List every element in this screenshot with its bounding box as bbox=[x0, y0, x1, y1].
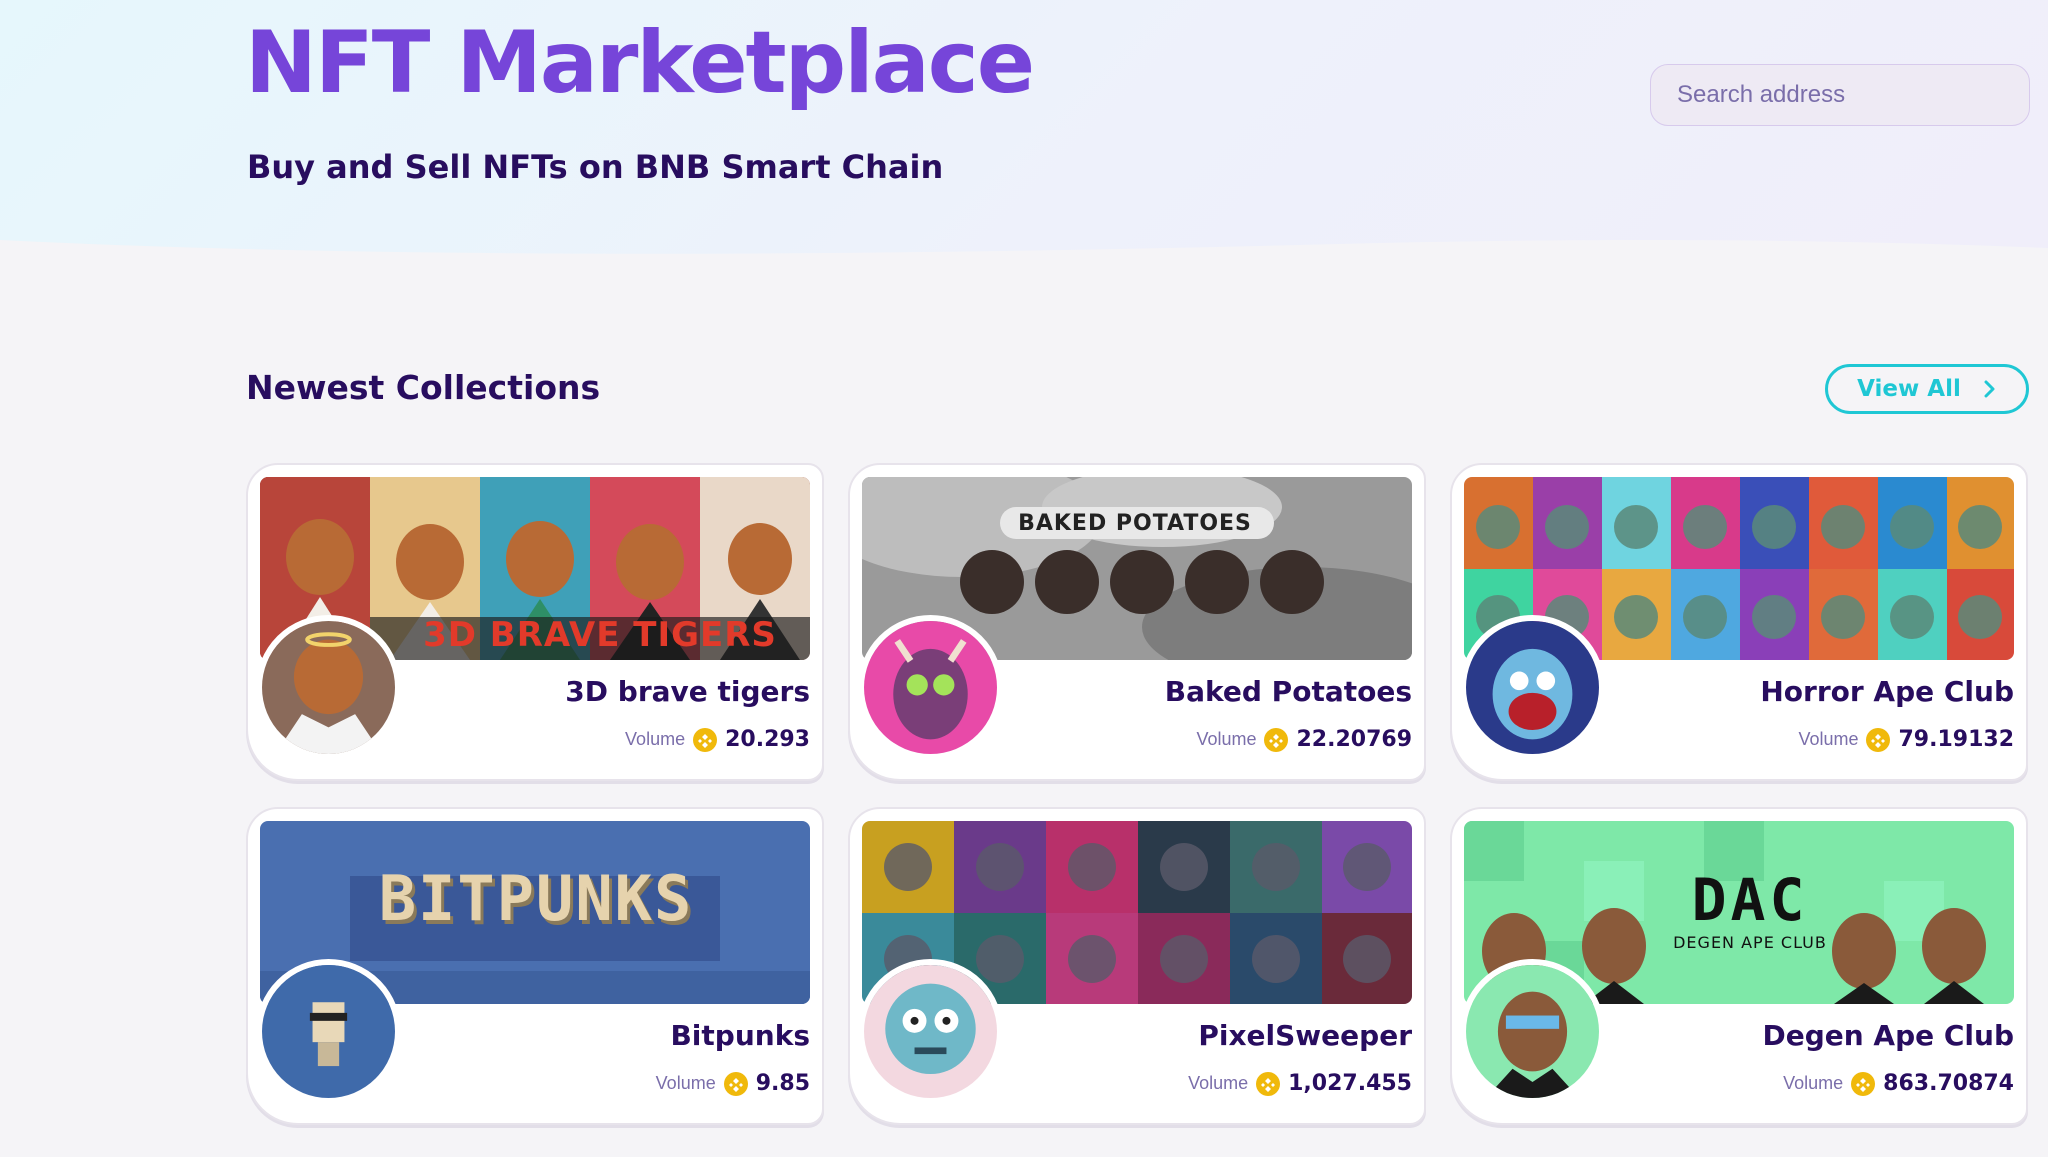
collection-name: Horror Ape Club bbox=[1760, 675, 2014, 708]
banner-subtext: DEGEN APE CLUB bbox=[1673, 932, 1827, 952]
bnb-token-icon bbox=[1264, 727, 1289, 752]
collection-card[interactable]: Degen Ape Club Volume 863.70874 bbox=[1450, 807, 2028, 1125]
collection-volume: Volume 9.85 bbox=[656, 1071, 810, 1096]
collection-name: Degen Ape Club bbox=[1762, 1019, 2014, 1052]
volume-label: Volume bbox=[1798, 729, 1859, 749]
collection-avatar bbox=[1460, 959, 1605, 1104]
collection-avatar bbox=[1460, 615, 1605, 760]
collection-card[interactable]: Horror Ape Club Volume 79.19132 bbox=[1450, 463, 2028, 781]
hero-wave bbox=[0, 239, 2048, 290]
collection-card[interactable]: PixelSweeper Volume 1,027.455 bbox=[848, 807, 1426, 1125]
volume-value: 1,027.455 bbox=[1288, 1071, 1412, 1096]
volume-label: Volume bbox=[625, 729, 686, 749]
page-title: NFT Marketplace bbox=[245, 13, 1035, 113]
bnb-token-icon bbox=[1256, 1071, 1281, 1096]
volume-value: 9.85 bbox=[755, 1071, 810, 1096]
collection-volume: Volume 1,027.455 bbox=[1188, 1071, 1412, 1096]
volume-value: 79.19132 bbox=[1898, 727, 2014, 752]
chevron-right-icon bbox=[1984, 380, 1995, 398]
banner-text: BAKED POTATOES bbox=[1018, 510, 1252, 536]
collection-name: Bitpunks bbox=[670, 1019, 810, 1052]
volume-label: Volume bbox=[1196, 729, 1257, 749]
page-subtitle: Buy and Sell NFTs on BNB Smart Chain bbox=[247, 148, 944, 186]
volume-value: 20.293 bbox=[725, 727, 810, 752]
bnb-token-icon bbox=[1866, 727, 1891, 752]
bnb-token-icon bbox=[1851, 1071, 1876, 1096]
banner-text: 3D BRAVE TIGERS bbox=[423, 615, 777, 655]
collection-name: Baked Potatoes bbox=[1164, 675, 1412, 708]
bnb-token-icon bbox=[693, 727, 718, 752]
collection-avatar bbox=[256, 615, 401, 760]
volume-value: 863.70874 bbox=[1883, 1071, 2014, 1096]
collection-volume: Volume 20.293 bbox=[625, 727, 810, 752]
collection-card[interactable]: Bitpunks Volume 9.85 bbox=[246, 807, 824, 1125]
collection-volume: Volume 863.70874 bbox=[1783, 1071, 2014, 1096]
volume-label: Volume bbox=[655, 1073, 716, 1093]
collection-avatar bbox=[858, 615, 1003, 760]
banner-text: BITPUNKS bbox=[378, 861, 694, 935]
collection-volume: Volume 22.20769 bbox=[1196, 727, 1412, 752]
view-all-button[interactable]: View All bbox=[1825, 364, 2029, 414]
collection-name: 3D brave tigers bbox=[565, 675, 810, 708]
section-title: Newest Collections bbox=[246, 368, 601, 407]
volume-value: 22.20769 bbox=[1296, 727, 1412, 752]
volume-label: Volume bbox=[1783, 1073, 1844, 1093]
search-input[interactable] bbox=[1650, 64, 2030, 126]
collection-volume: Volume 79.19132 bbox=[1798, 727, 2014, 752]
bnb-token-icon bbox=[723, 1071, 748, 1096]
volume-label: Volume bbox=[1188, 1073, 1249, 1093]
banner-text: DAC bbox=[1691, 866, 1809, 934]
collection-name: PixelSweeper bbox=[1198, 1019, 1412, 1052]
collection-avatar bbox=[256, 959, 401, 1104]
view-all-label: View All bbox=[1857, 376, 1961, 402]
collection-avatar bbox=[858, 959, 1003, 1104]
